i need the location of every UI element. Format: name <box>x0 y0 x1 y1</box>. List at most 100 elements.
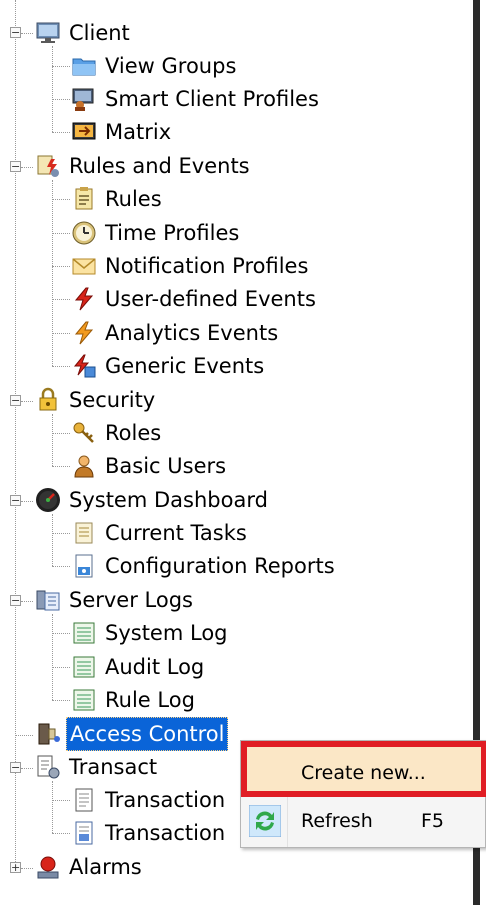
keys-icon <box>70 419 98 447</box>
tree-connector <box>52 266 70 267</box>
folder-icon <box>70 52 98 80</box>
collapse-client-toggle[interactable]: − <box>10 27 21 38</box>
log-icon <box>70 653 98 681</box>
tree-item-configuration-reports[interactable]: Configuration Reports <box>70 550 338 582</box>
user-icon <box>70 452 98 480</box>
tree-connector <box>52 333 70 334</box>
tree-item-server-logs[interactable]: Server Logs <box>34 584 196 616</box>
tree-connector <box>52 132 70 133</box>
tree-item-matrix[interactable]: Matrix <box>70 116 174 148</box>
tree-item-alarms[interactable]: Alarms <box>34 851 145 883</box>
tree-item-current-tasks[interactable]: Current Tasks <box>70 517 250 549</box>
tree-connector <box>21 33 33 34</box>
tree-item-label: Client <box>69 21 130 45</box>
menu-item-shortcut: F5 <box>421 810 445 832</box>
tree-item-label: Configuration Reports <box>105 554 335 578</box>
tree-item-system-dashboard[interactable]: System Dashboard <box>34 484 271 516</box>
tree-item-transact[interactable]: Transact <box>34 751 160 783</box>
tree-item-label: Rule Log <box>105 688 195 712</box>
tree-connector <box>15 735 33 736</box>
client-profile-icon <box>70 85 98 113</box>
tree-item-label: Rules and Events <box>69 154 250 178</box>
tree-item-generic-events[interactable]: Generic Events <box>70 350 267 382</box>
tree-item-label: System Log <box>105 621 228 645</box>
tree-item-transaction-sources[interactable]: Transaction <box>70 784 228 816</box>
lightning-orange-icon <box>70 319 98 347</box>
tree-item-access-control[interactable]: Access Control <box>34 717 229 751</box>
collapse-system-dashboard-toggle[interactable]: − <box>10 495 21 506</box>
tree-item-user-defined-events[interactable]: User-defined Events <box>70 283 319 315</box>
monitor-icon <box>34 19 62 47</box>
tree-item-system-log[interactable]: System Log <box>70 617 231 649</box>
tree-connector <box>52 414 53 466</box>
tree-connector <box>52 533 70 534</box>
tree-connector <box>21 501 33 502</box>
tree-item-label: Audit Log <box>105 655 205 679</box>
clock-icon <box>70 219 98 247</box>
tree-item-label: Analytics Events <box>105 321 279 345</box>
rules-icon <box>70 185 98 213</box>
tree-item-label: Time Profiles <box>105 221 240 245</box>
tree-item-notification-profiles[interactable]: Notification Profiles <box>70 250 311 282</box>
tree-item-label: Current Tasks <box>105 521 247 545</box>
lock-icon <box>34 386 62 414</box>
collapse-security-toggle[interactable]: − <box>10 395 21 406</box>
context-menu: Create new... Refresh F5 <box>240 740 486 848</box>
alarm-icon <box>34 853 62 881</box>
menu-item-label: Create new... <box>301 762 426 784</box>
envelope-icon <box>70 252 98 280</box>
tree-connector <box>52 633 70 634</box>
tree-connector <box>52 199 70 200</box>
tree-item-security[interactable]: Security <box>34 384 158 416</box>
menu-item-create-new[interactable]: Create new... <box>241 749 486 797</box>
tree-item-rules[interactable]: Rules <box>70 183 165 215</box>
transaction-def-icon <box>70 819 98 847</box>
log-icon <box>70 619 98 647</box>
tree-connector <box>21 768 33 769</box>
generic-event-icon <box>70 352 98 380</box>
tree-item-analytics-events[interactable]: Analytics Events <box>70 317 281 349</box>
receipt-icon <box>70 786 98 814</box>
tree-item-label: Alarms <box>69 855 142 879</box>
tree-item-audit-log[interactable]: Audit Log <box>70 651 207 683</box>
tree-connector <box>52 366 70 367</box>
expand-alarms-toggle[interactable]: + <box>10 862 21 873</box>
tree-connector <box>52 433 70 434</box>
tree-connector <box>52 514 53 566</box>
tree-item-basic-users[interactable]: Basic Users <box>70 450 229 482</box>
tree-connector <box>52 800 70 801</box>
tree-item-label: View Groups <box>105 54 237 78</box>
tree-item-rule-log[interactable]: Rule Log <box>70 684 198 716</box>
tree-item-label: Roles <box>105 421 162 445</box>
tree-item-label: Transaction <box>105 821 226 845</box>
tree-item-smart-client-profiles[interactable]: Smart Client Profiles <box>70 83 322 115</box>
tree-connector <box>52 46 53 132</box>
tree-connector <box>21 868 33 869</box>
collapse-transact-toggle[interactable]: − <box>10 762 21 773</box>
tree-item-label: Matrix <box>105 120 172 144</box>
menu-item-refresh[interactable]: Refresh F5 <box>241 797 486 845</box>
transact-icon <box>34 753 62 781</box>
collapse-server-logs-toggle[interactable]: − <box>10 595 21 606</box>
tree-item-label: User-defined Events <box>105 287 316 311</box>
menu-item-label: Refresh <box>301 810 373 832</box>
tree-item-label: Server Logs <box>69 588 193 612</box>
tree-item-roles[interactable]: Roles <box>70 417 164 449</box>
report-icon <box>70 552 98 580</box>
tree-item-view-groups[interactable]: View Groups <box>70 50 239 82</box>
tree-connector <box>52 833 70 834</box>
refresh-icon <box>248 804 282 838</box>
collapse-rules-and-events-toggle[interactable]: − <box>10 161 21 172</box>
tree-item-transaction-definitions[interactable]: Transaction <box>70 817 228 849</box>
lightning-red-icon <box>70 285 98 313</box>
tree-item-rules-and-events[interactable]: Rules and Events <box>34 150 253 182</box>
tree-item-label: Generic Events <box>105 354 265 378</box>
tree-connector <box>52 566 70 567</box>
tree-item-label: Basic Users <box>105 454 227 478</box>
tree-connector <box>52 233 70 234</box>
tree-item-client[interactable]: Client <box>34 17 133 49</box>
tree-connector <box>21 601 33 602</box>
tree-item-time-profiles[interactable]: Time Profiles <box>70 217 242 249</box>
matrix-icon <box>70 118 98 146</box>
tree-connector <box>52 614 53 700</box>
